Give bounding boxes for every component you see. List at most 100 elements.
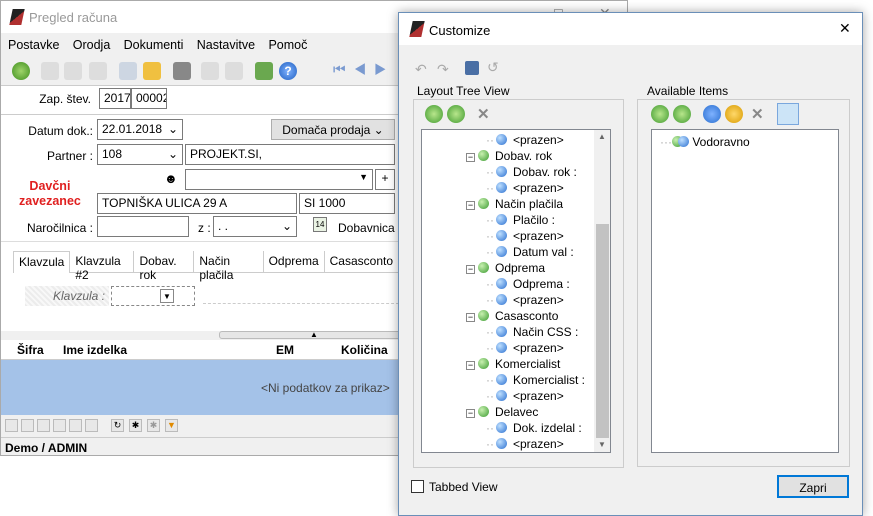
tree-group-node[interactable]: − Delavec: [422, 404, 594, 420]
tree-item-node[interactable]: ·· <prazen>: [422, 340, 594, 356]
add-group-icon[interactable]: [703, 105, 721, 123]
edit-icon[interactable]: [64, 62, 82, 80]
collapse-icon[interactable]: −: [466, 265, 475, 274]
copy-icon[interactable]: [201, 62, 219, 80]
tree-item-node[interactable]: ·· Komercialist :: [422, 372, 594, 388]
tree-group-node[interactable]: − Komercialist: [422, 356, 594, 372]
add-contact-button[interactable]: +: [375, 169, 395, 190]
tab-dobav-rok[interactable]: Dobav. rok: [134, 251, 195, 282]
tree-item-node[interactable]: ·· Datum val :: [422, 244, 594, 260]
z-date-field[interactable]: . . ⌄: [213, 216, 297, 237]
collapse-icon[interactable]: −: [466, 153, 475, 162]
address-field[interactable]: TOPNIŠKA ULICA 29 A: [97, 193, 297, 214]
tree-item-node[interactable]: ·· Odprema :: [422, 276, 594, 292]
collapse-all-icon[interactable]: [673, 105, 691, 123]
collapse-icon[interactable]: −: [466, 313, 475, 322]
tree-item-node[interactable]: ·· <prazen>: [422, 180, 594, 196]
tree-item-node[interactable]: ·· <prazen>: [422, 436, 594, 452]
nav-insert-icon[interactable]: ✱: [129, 419, 142, 432]
partner-name-field[interactable]: PROJEKT.SI,: [185, 144, 395, 165]
save-icon[interactable]: [465, 61, 479, 75]
tab-odprema[interactable]: Odprema: [264, 251, 325, 273]
tabbed-view-label[interactable]: Tabbed View: [429, 480, 498, 494]
tab-klavzula-2[interactable]: Klavzula #2: [70, 251, 135, 282]
available-list[interactable]: ··· Vodoravno: [651, 129, 839, 453]
splitter-handle[interactable]: ▲: [219, 331, 409, 339]
nav-prev-icon[interactable]: [37, 419, 50, 432]
tree-group-node[interactable]: − Odprema: [422, 260, 594, 276]
expand-all-icon[interactable]: [425, 105, 443, 123]
help-icon[interactable]: ?: [279, 62, 297, 80]
collapse-icon[interactable]: −: [466, 361, 475, 370]
calendar-icon[interactable]: 14: [313, 217, 327, 232]
collapse-icon[interactable]: −: [466, 201, 475, 210]
calculator-icon[interactable]: [119, 62, 137, 80]
scrollbar-thumb[interactable]: [596, 224, 609, 438]
datum-field[interactable]: 22.01.2018 ⌄: [97, 119, 183, 140]
tree-item-node[interactable]: ·· Plačilo :: [422, 212, 594, 228]
menu-postavke[interactable]: Postavke: [8, 38, 59, 52]
tree-item-node[interactable]: ·· <prazen>: [422, 292, 594, 308]
expand-all-icon[interactable]: [651, 105, 669, 123]
col-ime-izdelka[interactable]: Ime izdelka: [63, 343, 127, 357]
chevron-down-icon[interactable]: ▼: [160, 289, 174, 303]
nav-first-icon[interactable]: [5, 419, 18, 432]
import-icon[interactable]: [255, 62, 273, 80]
collapse-icon[interactable]: −: [466, 409, 475, 418]
record-navigation-icons[interactable]: ⏮◀▶: [333, 61, 395, 78]
tree-group-node[interactable]: − Dobav. rok: [422, 148, 594, 164]
tabbed-view-checkbox[interactable]: [411, 480, 424, 493]
close-icon[interactable]: ✕: [839, 20, 851, 37]
tree-item-node[interactable]: ·· <prazen>: [422, 228, 594, 244]
add-item-icon[interactable]: [725, 105, 743, 123]
menu-nastavitve[interactable]: Nastavitve: [197, 38, 255, 52]
available-item[interactable]: ··· Vodoravno: [660, 134, 750, 150]
delete-icon[interactable]: ✕: [477, 105, 490, 123]
partner-code-field[interactable]: 108 ⌄: [97, 144, 183, 165]
tree-item-node[interactable]: ·· Dok. izdelal :: [422, 420, 594, 436]
tree-item-node[interactable]: ·· Način CSS :: [422, 324, 594, 340]
layout-tree[interactable]: ·· <prazen> − Dobav. rok ·· Dobav. rok : ·· <pr…: [421, 129, 611, 453]
collapse-all-icon[interactable]: [447, 105, 465, 123]
reset-icon[interactable]: ↺: [487, 59, 499, 76]
tree-item-node[interactable]: ·· <prazen>: [422, 388, 594, 404]
doc-type-dropdown[interactable]: Domača prodaja ⌄: [271, 119, 395, 140]
col-kolicina[interactable]: Količina: [341, 343, 388, 357]
filter-icon[interactable]: ▼: [165, 419, 178, 432]
klavzula-field[interactable]: ▼: [111, 286, 195, 306]
tree-item-node[interactable]: ·· Dobav. rok :: [422, 164, 594, 180]
print-icon[interactable]: [173, 62, 191, 80]
tree-view-toggle-icon[interactable]: [777, 103, 799, 125]
redo-icon[interactable]: ↷: [437, 61, 449, 78]
col-sifra[interactable]: Šifra: [17, 343, 44, 357]
tree-scrollbar[interactable]: ▲ ▼: [594, 130, 610, 452]
refresh-icon[interactable]: [12, 62, 30, 80]
person-icon[interactable]: ☻: [164, 171, 178, 186]
zap-number-field[interactable]: 00002: [131, 88, 167, 109]
tab-nacin-placila[interactable]: Način plačila: [194, 251, 264, 282]
paste-icon[interactable]: [225, 62, 243, 80]
delete-icon[interactable]: ✕: [751, 105, 764, 123]
tree-group-node[interactable]: − Način plačila: [422, 196, 594, 212]
tree-item-node[interactable]: ·· <prazen>: [422, 132, 594, 148]
lock-icon[interactable]: [143, 62, 161, 80]
postal-field[interactable]: SI 1000: [299, 193, 395, 214]
nav-next-icon[interactable]: [53, 419, 66, 432]
tree-group-node[interactable]: − Casasconto: [422, 308, 594, 324]
scroll-down-icon[interactable]: ▼: [598, 440, 606, 449]
narocilnica-field[interactable]: [97, 216, 189, 237]
contact-dropdown[interactable]: ▼: [185, 169, 373, 190]
undo-icon[interactable]: ↶: [415, 61, 427, 78]
nav-last-icon[interactable]: [85, 419, 98, 432]
nav-next-page-icon[interactable]: [69, 419, 82, 432]
zap-year-field[interactable]: 2017: [99, 88, 131, 109]
scroll-up-icon[interactable]: ▲: [598, 132, 606, 141]
menu-pomoc[interactable]: Pomoč: [268, 38, 307, 52]
tab-klavzula[interactable]: Klavzula: [13, 251, 71, 273]
tab-casasconto[interactable]: Casasconto: [325, 251, 399, 273]
new-doc-icon[interactable]: [41, 62, 59, 80]
nav-refresh-icon[interactable]: ↻: [111, 419, 124, 432]
nav-delete-icon[interactable]: ✱: [147, 419, 160, 432]
menu-orodja[interactable]: Orodja: [73, 38, 111, 52]
check-icon[interactable]: [89, 62, 107, 80]
